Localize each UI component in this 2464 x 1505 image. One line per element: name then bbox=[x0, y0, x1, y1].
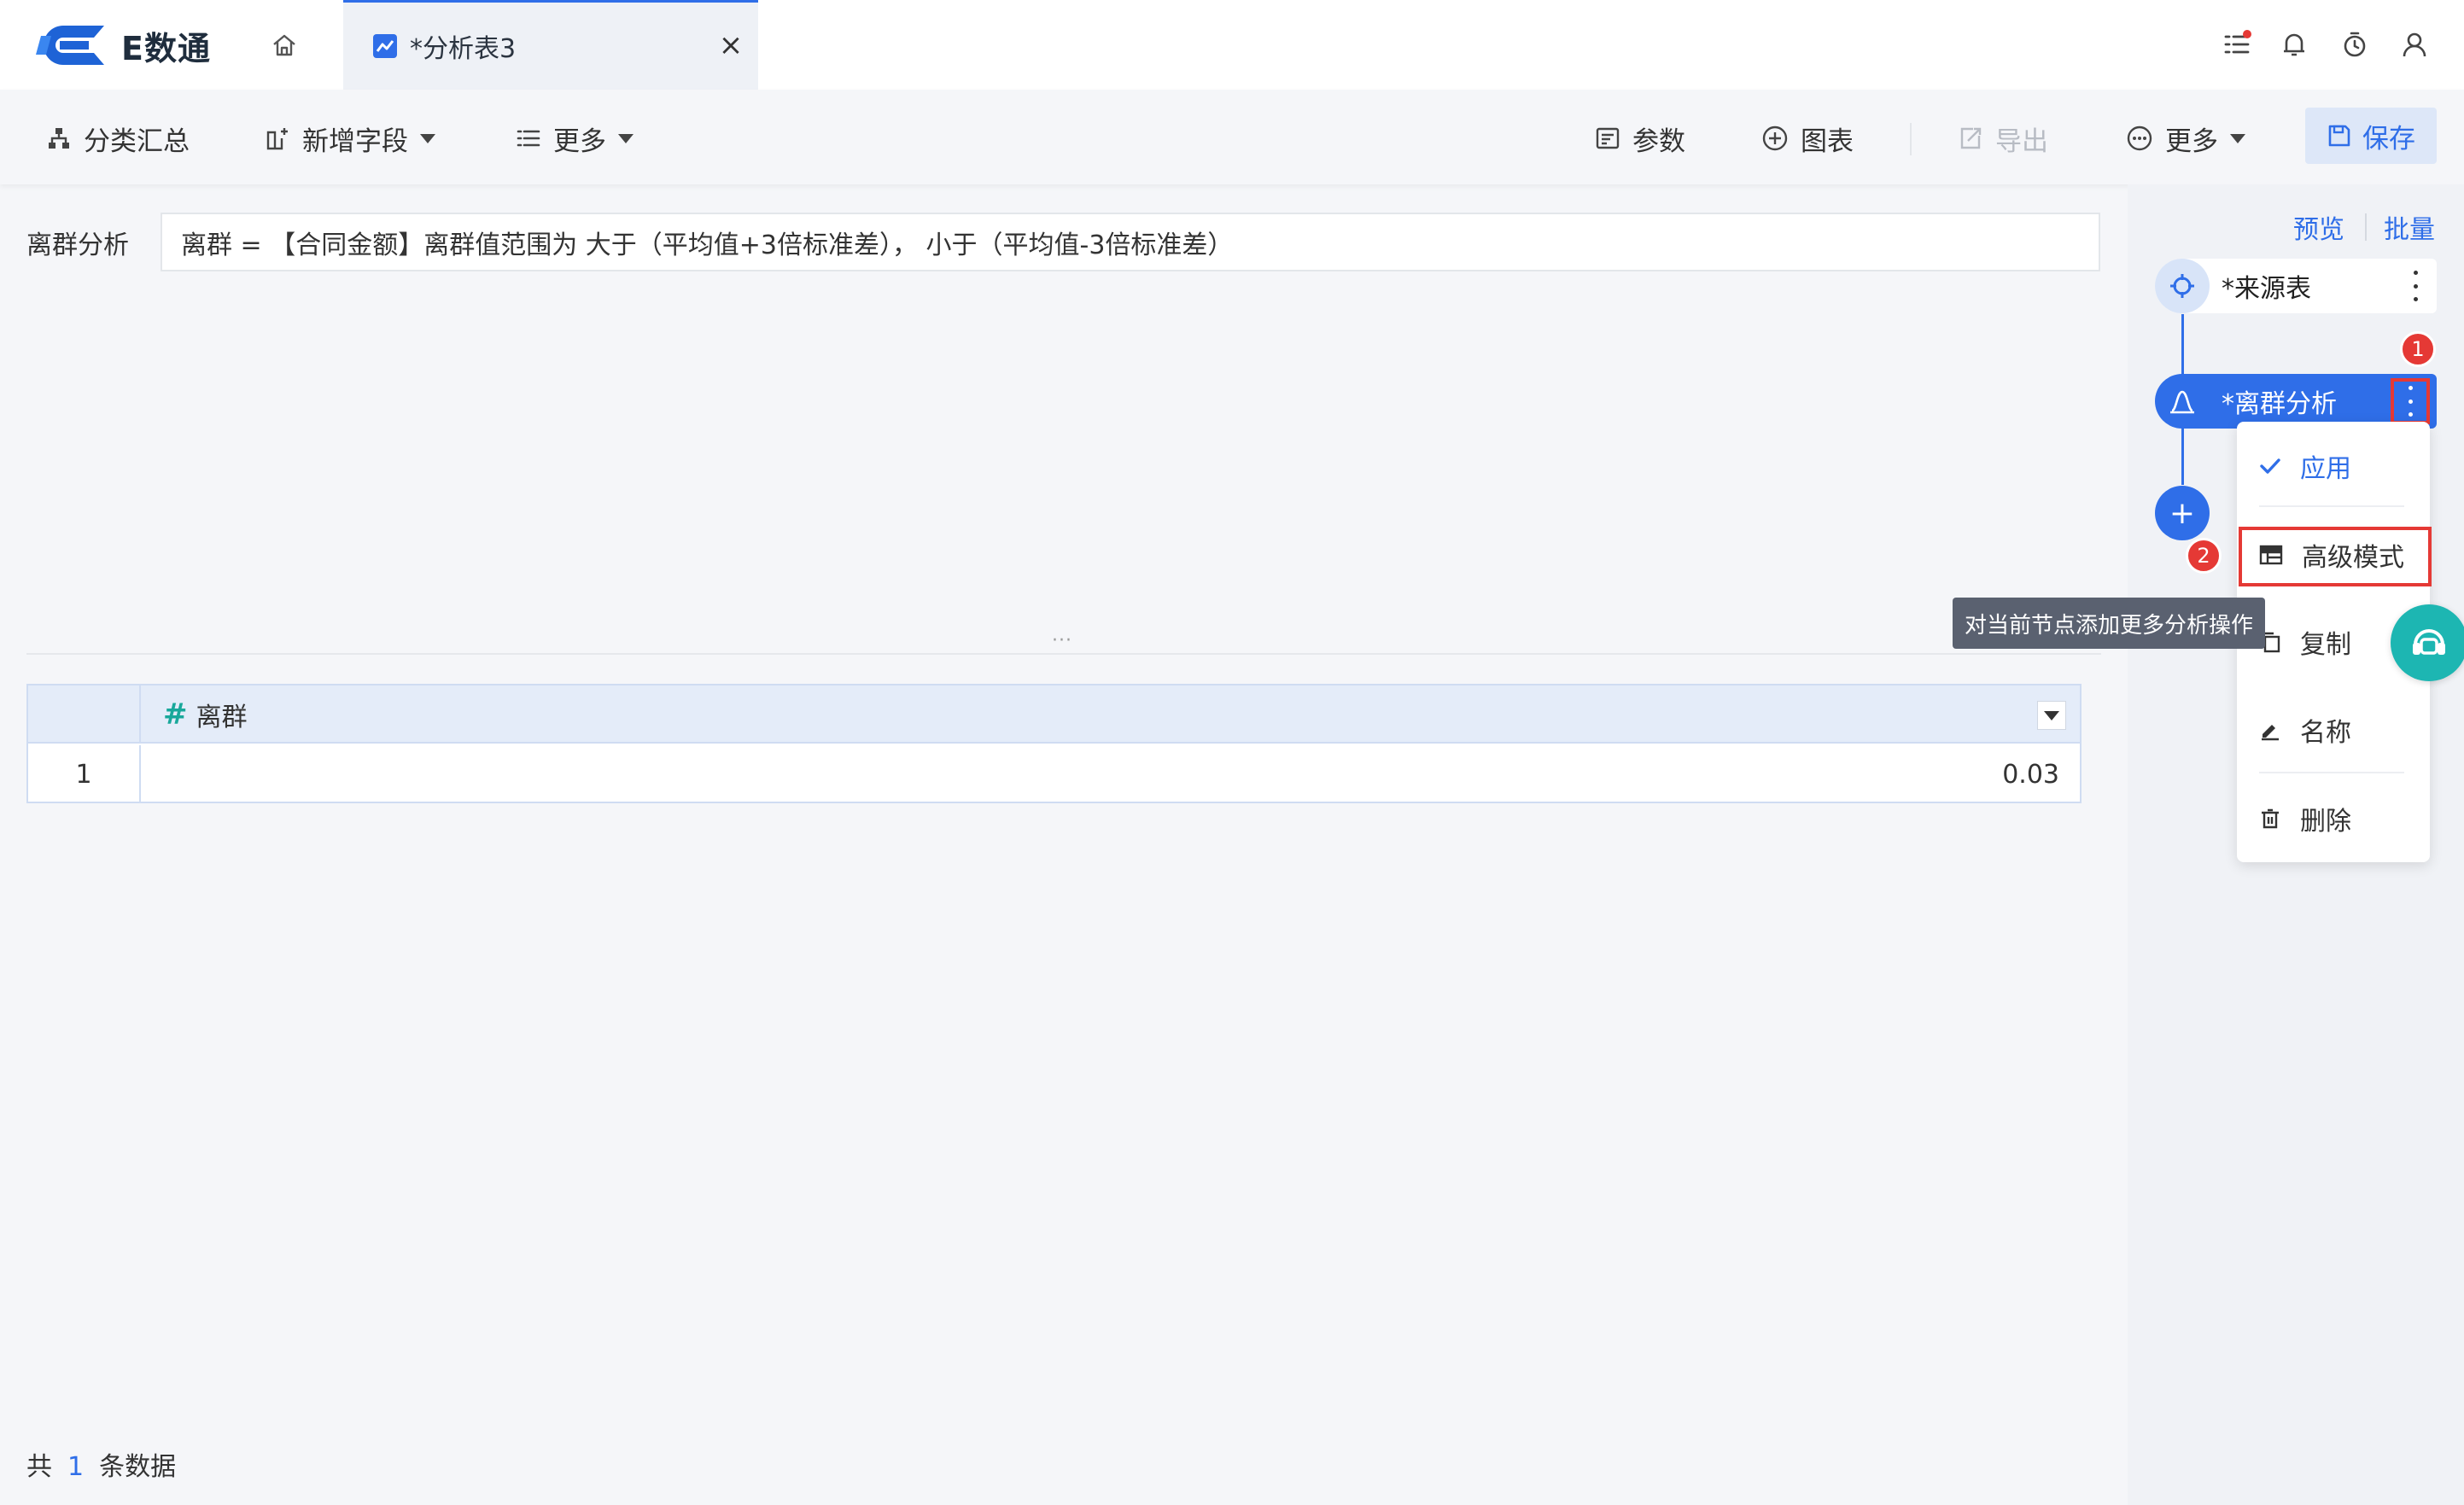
user-icon bbox=[2403, 32, 2426, 57]
flow-node-label: *来源表 bbox=[2222, 274, 2311, 304]
logo-icon bbox=[36, 26, 104, 65]
record-count: 共 1 条数据 bbox=[26, 1445, 176, 1483]
advanced-mode-highlight bbox=[2239, 527, 2432, 586]
home-button[interactable] bbox=[265, 26, 303, 64]
params-label: 参数 bbox=[1632, 125, 1685, 157]
flow-node-source-table[interactable]: *来源表 bbox=[2155, 259, 2437, 313]
notification-button[interactable] bbox=[2275, 26, 2313, 63]
menu-divider bbox=[2259, 772, 2404, 773]
task-list-icon bbox=[2224, 30, 2251, 54]
formula-label: 离群分析 bbox=[26, 230, 129, 260]
save-button[interactable]: 保存 bbox=[2305, 108, 2437, 164]
column-dropdown-button[interactable] bbox=[2037, 701, 2066, 730]
row-index-cell: 1 bbox=[28, 745, 141, 803]
logo-text: E数通 bbox=[121, 29, 211, 67]
export-icon bbox=[1960, 127, 1982, 149]
pane-splitter[interactable] bbox=[26, 653, 2101, 655]
add-node-tooltip: 对当前节点添加更多分析操作 bbox=[1953, 598, 2265, 649]
params-icon bbox=[1596, 127, 1620, 149]
more-left-label: 更多 bbox=[553, 125, 606, 157]
batch-link[interactable]: 批量 bbox=[2384, 208, 2435, 246]
stopwatch-icon bbox=[2344, 32, 2366, 57]
headset-icon bbox=[2413, 629, 2445, 655]
node-menu-button-highlighted[interactable] bbox=[2391, 378, 2430, 424]
more-menu-right[interactable]: 更多 bbox=[2126, 120, 2245, 157]
node-menu-icon[interactable] bbox=[2411, 271, 2420, 301]
add-node-button[interactable]: + bbox=[2155, 486, 2210, 540]
menu-item-label: 名称 bbox=[2300, 718, 2351, 748]
export-button[interactable]: 导出 bbox=[1958, 120, 2048, 157]
distribution-curve-icon bbox=[2155, 374, 2210, 429]
user-button[interactable] bbox=[2396, 26, 2433, 63]
export-label: 导出 bbox=[1995, 125, 2048, 157]
chart-tab-icon bbox=[373, 34, 397, 58]
record-count-value: 1 bbox=[67, 1452, 85, 1482]
more-menu-left[interactable]: 更多 bbox=[516, 120, 634, 157]
add-field-button[interactable]: 新增字段 bbox=[265, 120, 435, 157]
numeric-type-icon: # bbox=[163, 697, 188, 732]
timer-button[interactable] bbox=[2336, 26, 2373, 63]
link-divider bbox=[2365, 213, 2367, 241]
tab-close-button[interactable]: × bbox=[714, 28, 748, 62]
group-summary-button[interactable]: 分类汇总 bbox=[46, 120, 190, 157]
kebab-icon bbox=[2406, 386, 2414, 417]
formula-expression-text: 离群 = 【合同金额】离群值范围为 大于（平均值+3倍标准差）， 小于（平均值-… bbox=[181, 230, 1234, 260]
flow-node-label: *离群分析 bbox=[2222, 389, 2337, 419]
result-table: # 离群 1 0.03 bbox=[26, 684, 2082, 803]
pencil-icon bbox=[2262, 725, 2279, 741]
group-summary-label: 分类汇总 bbox=[84, 125, 190, 157]
table-header-row: # 离群 bbox=[28, 685, 2080, 744]
task-list-button[interactable] bbox=[2218, 26, 2256, 63]
menu-item-label: 应用 bbox=[2300, 454, 2351, 484]
params-button[interactable]: 参数 bbox=[1595, 120, 1685, 157]
save-icon bbox=[2328, 125, 2350, 147]
hierarchy-icon bbox=[49, 128, 69, 149]
tab-label: *分析表3 bbox=[410, 34, 517, 64]
trash-icon bbox=[2262, 808, 2279, 829]
tab-analysis-table-3[interactable]: *分析表3 × bbox=[343, 0, 758, 90]
toolbar-divider bbox=[1910, 123, 1912, 155]
plus-circle-icon bbox=[1762, 125, 1788, 151]
chevron-down-icon bbox=[420, 133, 435, 143]
chart-label: 图表 bbox=[1801, 125, 1854, 157]
list-icon bbox=[517, 130, 540, 147]
step-badge-1: 1 bbox=[2400, 331, 2436, 367]
index-header-cell bbox=[28, 685, 141, 744]
chart-button[interactable]: 图表 bbox=[1761, 120, 1854, 157]
home-icon bbox=[272, 34, 295, 55]
crosshair-icon bbox=[2155, 259, 2210, 313]
more-right-label: 更多 bbox=[2165, 125, 2218, 157]
menu-divider bbox=[2259, 505, 2404, 507]
bell-icon bbox=[2284, 33, 2304, 56]
record-count-prefix: 共 bbox=[26, 1452, 52, 1482]
menu-item-apply[interactable]: 应用 bbox=[2237, 439, 2430, 493]
column-header-label: 离群 bbox=[196, 703, 248, 732]
menu-item-rename[interactable]: 名称 bbox=[2237, 703, 2430, 757]
help-chat-button[interactable] bbox=[2391, 604, 2464, 681]
menu-item-delete[interactable]: 删除 bbox=[2237, 791, 2430, 846]
outlier-value-cell[interactable]: 0.03 bbox=[141, 745, 2059, 803]
step-badge-2: 2 bbox=[2186, 538, 2222, 574]
preview-link[interactable]: 预览 bbox=[2293, 208, 2344, 246]
record-count-suffix: 条数据 bbox=[99, 1452, 177, 1482]
splitter-handle[interactable]: ··· bbox=[1052, 630, 1072, 651]
chevron-down-icon bbox=[618, 133, 634, 143]
menu-item-label: 复制 bbox=[2300, 630, 2351, 660]
check-icon bbox=[2260, 458, 2280, 474]
table-row: 1 0.03 bbox=[28, 745, 2080, 803]
save-label: 保存 bbox=[2362, 123, 2415, 155]
chevron-down-icon bbox=[2230, 133, 2245, 143]
menu-item-label: 删除 bbox=[2300, 807, 2351, 837]
app-logo[interactable]: E数通 bbox=[34, 15, 211, 75]
add-column-icon bbox=[266, 128, 288, 150]
caret-down-icon bbox=[2044, 710, 2059, 720]
column-header-outlier[interactable]: # 离群 bbox=[141, 685, 2080, 744]
add-field-label: 新增字段 bbox=[302, 125, 408, 157]
more-circle-icon bbox=[2127, 125, 2152, 151]
formula-expression-field[interactable]: 离群 = 【合同金额】离群值范围为 大于（平均值+3倍标准差）， 小于（平均值-… bbox=[161, 213, 2100, 271]
